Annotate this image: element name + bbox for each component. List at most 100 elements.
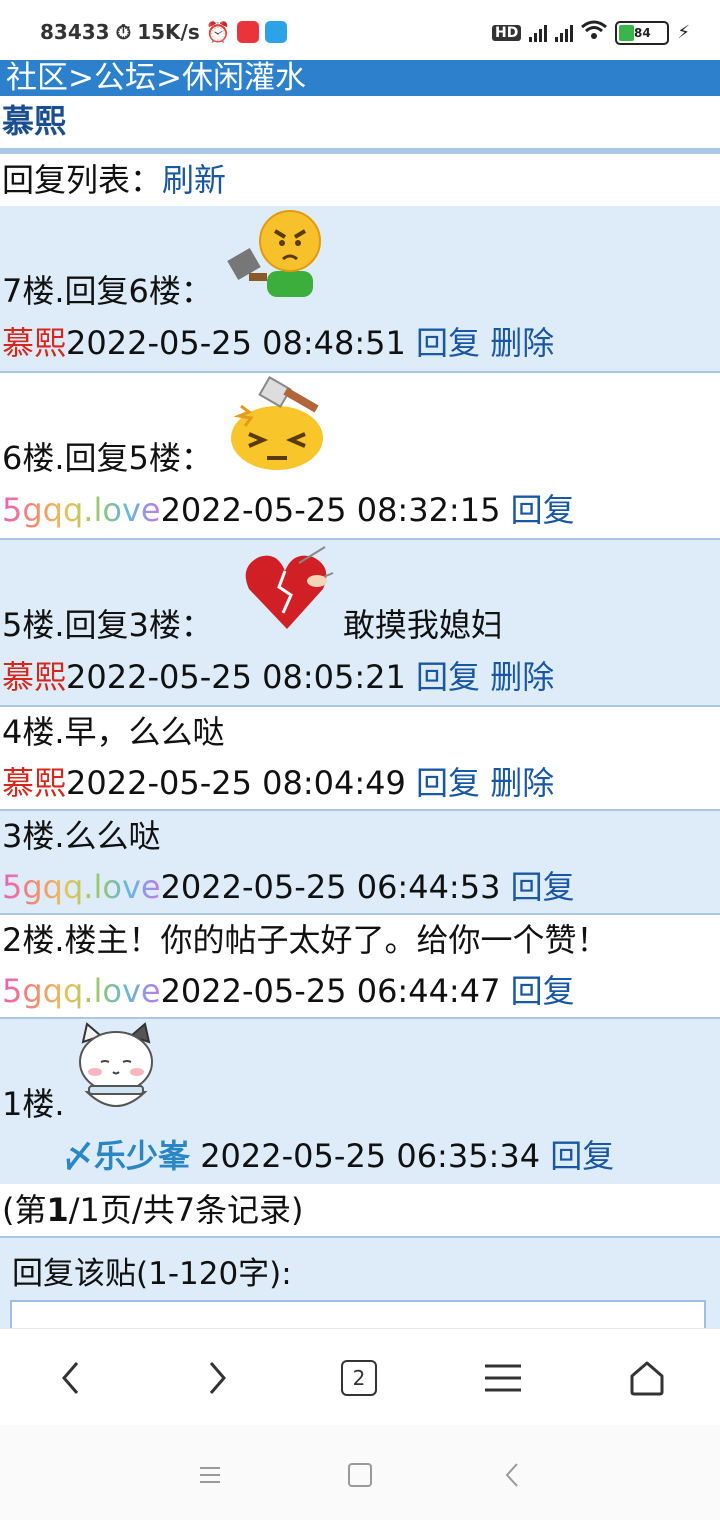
hammer-hit-emoji — [227, 375, 327, 480]
reply-meta: 慕熙2022-05-25 08:05:21 回复 删除 — [2, 651, 720, 703]
tabs-icon: 2 — [341, 1360, 377, 1396]
reply-time: 2022-05-25 08:32:15 — [160, 491, 501, 529]
alarm-icon: ⏱ — [115, 20, 132, 44]
reply-button[interactable]: 回复 — [416, 658, 480, 696]
hd-icon: HD — [492, 24, 522, 41]
reply-item-4: 4楼.早，么么哒 慕熙2022-05-25 08:04:49 回复 删除 — [0, 707, 720, 811]
browser-nav-bar: 2 — [0, 1328, 720, 1426]
reply-time: 2022-05-25 08:05:21 — [66, 658, 406, 696]
reply-meta: 5gqq.love2022-05-25 06:44:53 回复 — [2, 861, 720, 913]
reply-item-3: 3楼.么么哒 5gqq.love2022-05-25 06:44:53 回复 — [0, 811, 720, 915]
delete-button[interactable]: 删除 — [490, 324, 554, 362]
reply-list-header: 回复列表：刷新 — [0, 154, 720, 206]
system-nav-bar — [0, 1425, 720, 1520]
delete-button[interactable]: 删除 — [490, 658, 554, 696]
reply-button[interactable]: 回复 — [511, 972, 575, 1010]
breadcrumb-section[interactable]: 休闲灌水 — [182, 60, 306, 96]
breadcrumb-sep: > — [68, 60, 94, 96]
reply-meta: 慕熙2022-05-25 08:48:51 回复 删除 — [2, 317, 720, 369]
recents-icon — [200, 1467, 220, 1483]
home-icon — [630, 1361, 664, 1396]
chevron-left-icon — [62, 1362, 79, 1394]
reply-meta: 5gqq.love2022-05-25 08:32:15 回复 — [2, 484, 720, 536]
app-notification-icon-2 — [264, 21, 287, 43]
forum-page: 社区>公坛>休闲灌水 慕熙 回复列表：刷新 7楼.回复6楼： 慕熙2022-05… — [0, 60, 720, 1334]
reply-time: 2022-05-25 06:35:34 — [200, 1137, 541, 1175]
status-number: 83433 — [40, 20, 110, 44]
system-back-button[interactable] — [492, 1455, 532, 1495]
reply-time: 2022-05-25 08:04:49 — [66, 764, 406, 802]
signal-icon-2 — [555, 24, 574, 42]
reply-item-1: 1楼. 〆乐少峯 2022-05-25 06:35:34 回复 — [0, 1019, 720, 1184]
recents-button[interactable] — [190, 1455, 230, 1495]
reply-floor: 5楼.回复3楼： — [2, 606, 213, 644]
tabs-button[interactable]: 2 — [334, 1353, 384, 1403]
reply-user[interactable]: 5gqq.love — [2, 491, 161, 529]
battery-level: 84 — [634, 25, 651, 40]
breadcrumb-sep-2: > — [155, 60, 182, 96]
wifi-icon — [581, 20, 608, 45]
reply-floor: 2楼.楼主！你的帖子太好了。给你一个赞！ — [2, 921, 609, 959]
network-speed: 15K/s — [137, 20, 200, 44]
reply-button[interactable]: 回复 — [550, 1137, 614, 1175]
back-button[interactable] — [46, 1353, 96, 1403]
reply-button[interactable]: 回复 — [416, 764, 480, 802]
refresh-link[interactable]: 刷新 — [162, 161, 226, 199]
clock-icon: ⏰ — [205, 20, 231, 44]
reply-time: 2022-05-25 06:44:53 — [160, 868, 501, 906]
reply-item-5: 5楼.回复3楼： 敢摸我媳妇 慕熙2022-05-25 08:05:21 回复 … — [0, 540, 720, 707]
reply-user[interactable]: 慕熙 — [2, 764, 66, 802]
reply-floor: 3楼.么么哒 — [2, 817, 161, 855]
reply-user-text: 5gqq.love — [2, 868, 161, 906]
reply-time: 2022-05-25 06:44:47 — [160, 972, 501, 1010]
reply-item-2: 2楼.楼主！你的帖子太好了。给你一个赞！ 5gqq.love2022-05-25… — [0, 915, 720, 1019]
signal-icon — [529, 24, 548, 42]
back-arrow-icon — [505, 1463, 518, 1487]
reply-user-text: 5gqq.love — [2, 491, 161, 529]
chevron-right-icon — [209, 1362, 226, 1394]
breadcrumb-forum[interactable]: 公坛 — [94, 60, 156, 96]
reply-floor: 1楼. — [2, 1085, 65, 1123]
angry-cleaver-emoji — [227, 207, 327, 311]
reply-list-label: 回复列表： — [2, 161, 163, 199]
forward-button[interactable] — [192, 1353, 242, 1403]
status-left: 83433 ⏱ 15K/s ⏰ — [40, 20, 287, 44]
square-icon — [348, 1463, 372, 1487]
delete-button[interactable]: 删除 — [490, 764, 554, 802]
reply-user[interactable]: 5gqq.love — [2, 868, 161, 906]
menu-button[interactable] — [478, 1353, 528, 1403]
status-bar: 83433 ⏱ 15K/s ⏰ HD 84 ⚡ — [0, 0, 720, 60]
reply-button[interactable]: 回复 — [511, 868, 575, 906]
breadcrumb-community[interactable]: 社区 — [6, 60, 68, 96]
reply-floor: 7楼.回复6楼： — [2, 272, 213, 310]
post-author[interactable]: 慕熙 — [0, 96, 720, 154]
cat-bowl-sticker — [71, 1020, 161, 1128]
system-home-button[interactable] — [340, 1455, 380, 1495]
reply-meta: 5gqq.love2022-05-25 06:44:47 回复 — [2, 965, 720, 1017]
status-right: HD 84 ⚡ — [492, 20, 690, 45]
reply-user[interactable]: 5gqq.love — [2, 972, 161, 1010]
reply-meta: 慕熙2022-05-25 08:04:49 回复 删除 — [2, 757, 720, 809]
pagination-suffix: /1页/共7条记录) — [68, 1191, 304, 1229]
reply-user[interactable]: 〆乐少峯 — [62, 1137, 190, 1175]
pagination-info: (第1/1页/共7条记录) — [0, 1184, 720, 1238]
reply-button[interactable]: 回复 — [416, 324, 480, 362]
reply-meta: 〆乐少峯 2022-05-25 06:35:34 回复 — [2, 1130, 720, 1182]
reply-button[interactable]: 回复 — [511, 491, 575, 529]
breadcrumb: 社区>公坛>休闲灌水 — [0, 60, 720, 96]
reply-time: 2022-05-25 08:48:51 — [66, 324, 406, 362]
reply-form: 回复该贴(1-120字): — [0, 1238, 720, 1334]
menu-icon — [485, 1364, 521, 1392]
reply-user[interactable]: 慕熙 — [2, 658, 66, 696]
app-notification-icon — [236, 21, 259, 43]
reply-item-6: 6楼.回复5楼： 5gqq.love2022-05-25 08:32:15 回复 — [0, 373, 720, 540]
reply-floor: 4楼.早，么么哒 — [2, 713, 225, 751]
home-button[interactable] — [622, 1353, 672, 1403]
charging-icon: ⚡ — [677, 22, 690, 43]
reply-form-label: 回复该贴(1-120字): — [12, 1256, 292, 1292]
broken-heart-emoji — [239, 543, 335, 647]
reply-floor: 6楼.回复5楼： — [2, 439, 213, 477]
battery-icon: 84 — [615, 20, 670, 45]
reply-user[interactable]: 慕熙 — [2, 324, 66, 362]
tabs-count: 2 — [352, 1366, 366, 1390]
